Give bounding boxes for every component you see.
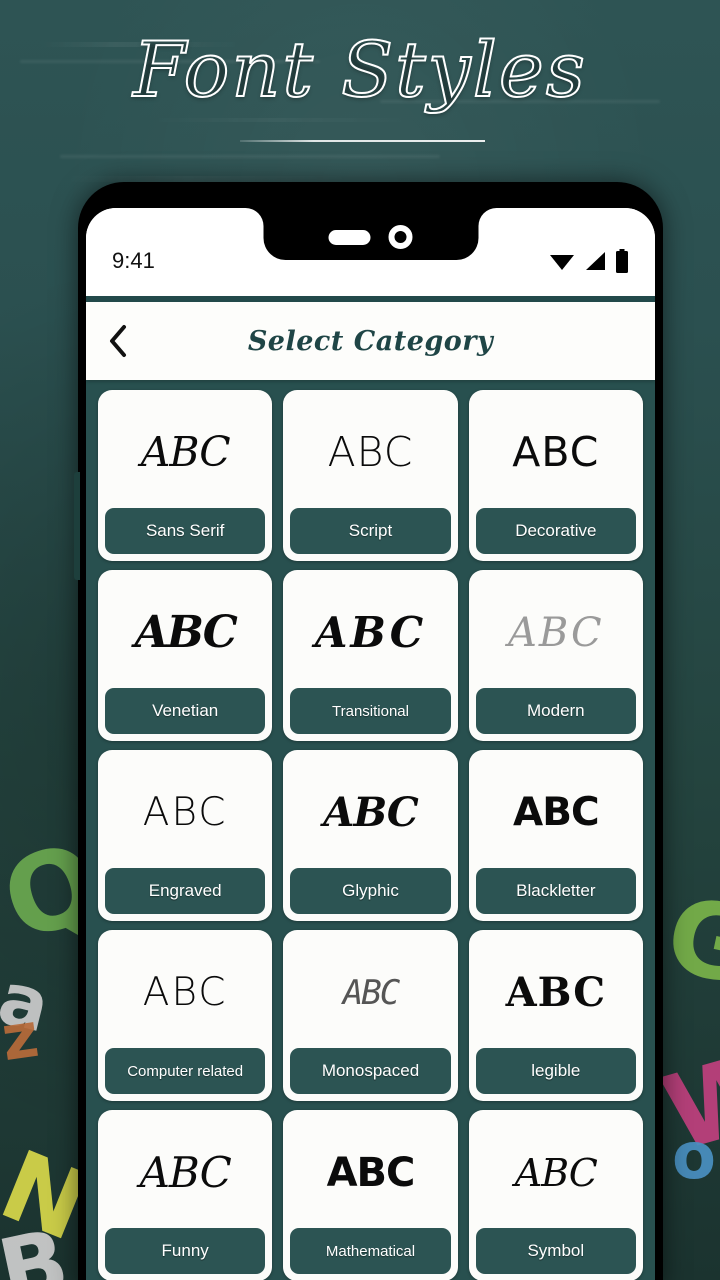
category-card[interactable]: ABC Sans Serif	[98, 390, 273, 561]
category-preview: ABC	[290, 577, 450, 688]
phone-screen: 9:41 Select Category ABC Sans Serif ABC …	[86, 208, 655, 1280]
preview-text: ABC	[342, 972, 400, 1013]
status-bar-clock: 9:41	[112, 248, 155, 273]
preview-text: ABC	[134, 606, 238, 658]
category-card[interactable]: ABC Monospaced	[283, 930, 458, 1101]
category-label: legible	[475, 1048, 636, 1094]
category-card[interactable]: ABC Decorative	[468, 390, 643, 561]
category-preview: ABC	[476, 577, 636, 688]
chevron-left-icon	[107, 324, 129, 358]
category-card[interactable]: ABC Transitional	[283, 570, 458, 741]
wifi-icon	[549, 251, 575, 271]
battery-icon	[615, 249, 629, 273]
category-card[interactable]: ABC Engraved	[98, 750, 273, 921]
category-label: Glyphic	[290, 868, 451, 914]
preview-text: ABC	[142, 970, 228, 1015]
category-row: ABC Funny ABC Mathematical ABC Symbol	[98, 1110, 643, 1280]
category-preview: ABC	[476, 1117, 636, 1228]
category-preview: ABC	[290, 757, 450, 868]
category-preview: ABC	[105, 577, 265, 688]
category-card[interactable]: ABC Blackletter	[468, 750, 643, 921]
app-bar-title: Select Category	[247, 325, 494, 357]
preview-text: ABC	[140, 428, 231, 476]
category-card[interactable]: ABC legible	[468, 930, 643, 1101]
preview-text: ABC	[505, 968, 607, 1016]
preview-text: ABC	[508, 609, 604, 656]
category-card[interactable]: ABC Mathematical	[283, 1110, 458, 1280]
category-preview: ABC	[476, 937, 636, 1048]
preview-text: ABC	[512, 428, 600, 476]
preview-text: ABC	[314, 607, 427, 657]
category-preview: ABC	[105, 937, 265, 1048]
category-label: Modern	[475, 688, 636, 734]
category-preview: ABC	[105, 757, 265, 868]
signal-icon	[584, 251, 606, 271]
category-grid[interactable]: ABC Sans Serif ABC Script ABC Decorative ABC Ve…	[86, 380, 655, 1280]
preview-text: ABC	[326, 1149, 416, 1196]
category-label: Decorative	[475, 508, 636, 554]
category-preview: ABC	[290, 1117, 450, 1228]
category-row: ABC Engraved ABC Glyphic ABC Blackletter	[98, 750, 643, 921]
category-row: ABC Venetian ABC Transitional ABC Modern	[98, 570, 643, 741]
category-preview: ABC	[105, 1117, 265, 1228]
background-letter: o	[672, 1120, 716, 1194]
back-button[interactable]	[86, 302, 150, 380]
category-card[interactable]: ABC Computer related	[98, 930, 273, 1101]
category-label: Monospaced	[290, 1048, 451, 1094]
category-card[interactable]: ABC Script	[283, 390, 458, 561]
category-row: ABC Computer related ABC Monospaced ABC legib…	[98, 930, 643, 1101]
category-label: Symbol	[475, 1228, 636, 1274]
category-preview: ABC	[290, 397, 450, 508]
category-card[interactable]: ABC Symbol	[468, 1110, 643, 1280]
category-label: Computer related	[105, 1048, 266, 1094]
front-camera-icon	[388, 225, 413, 249]
earpiece-speaker-icon	[328, 229, 371, 245]
category-preview: ABC	[290, 937, 450, 1048]
phone-side-button[interactable]	[74, 472, 80, 580]
category-label: Blackletter	[475, 868, 636, 914]
preview-text: ABC	[513, 790, 600, 835]
category-card[interactable]: ABC Funny	[98, 1110, 273, 1280]
category-preview: ABC	[105, 397, 265, 508]
preview-text: ABC	[139, 1147, 232, 1197]
app-bar: Select Category	[86, 302, 655, 380]
phone-mockup: 9:41 Select Category ABC Sans Serif ABC …	[74, 182, 663, 1280]
preview-text: ABC	[142, 790, 228, 835]
preview-text: ABC	[327, 428, 414, 476]
category-label: Sans Serif	[105, 508, 266, 554]
category-label: Transitional	[290, 688, 451, 734]
phone-notch	[263, 208, 478, 260]
category-row: ABC Sans Serif ABC Script ABC Decorative	[98, 390, 643, 561]
category-label: Mathematical	[290, 1228, 451, 1274]
page-title: Font Styles	[132, 25, 587, 114]
category-label: Script	[290, 508, 451, 554]
category-label: Engraved	[105, 868, 266, 914]
title-underline	[240, 140, 485, 142]
status-divider	[86, 296, 655, 302]
page-title-wrap: Font Styles	[0, 25, 720, 114]
status-bar-icons	[549, 249, 629, 273]
category-label: Funny	[105, 1228, 266, 1274]
category-preview: ABC	[476, 757, 636, 868]
category-label: Venetian	[105, 688, 266, 734]
preview-text: ABC	[514, 1150, 598, 1195]
category-card[interactable]: ABC Glyphic	[283, 750, 458, 921]
chalk-streak	[60, 155, 440, 158]
category-card[interactable]: ABC Modern	[468, 570, 643, 741]
preview-text: ABC	[323, 788, 418, 836]
category-card[interactable]: ABC Venetian	[98, 570, 273, 741]
category-preview: ABC	[476, 397, 636, 508]
